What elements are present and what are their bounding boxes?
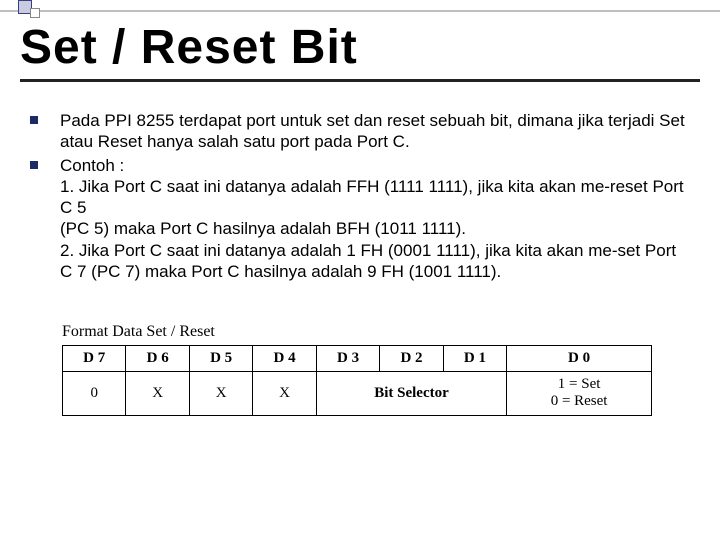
- cell: X: [189, 372, 252, 416]
- cell: X: [126, 372, 189, 416]
- bullet-line: 2. Jika Port C saat ini datanya adalah 1…: [60, 241, 676, 281]
- col-header: D 3: [316, 346, 379, 372]
- title-block: Set / Reset Bit: [20, 20, 700, 82]
- col-header: D 0: [507, 346, 652, 372]
- bullet-item: Pada PPI 8255 terdapat port untuk set da…: [30, 110, 690, 153]
- col-header: D 2: [380, 346, 443, 372]
- cell-bit-selector: Bit Selector: [316, 372, 506, 416]
- table-header-row: D 7 D 6 D 5 D 4 D 3 D 2 D 1 D 0: [63, 346, 652, 372]
- table-area: Format Data Set / Reset D 7 D 6 D 5 D 4 …: [62, 323, 652, 416]
- bullet-text: Pada PPI 8255 terdapat port untuk set da…: [60, 110, 690, 153]
- decor-line: [0, 10, 720, 12]
- square-bullet-icon: [30, 116, 38, 124]
- bullet-text: Contoh : 1. Jika Port C saat ini datanya…: [60, 155, 690, 283]
- table-caption: Format Data Set / Reset: [62, 323, 652, 341]
- table-row: 0 X X X Bit Selector 1 = Set0 = Reset: [63, 372, 652, 416]
- cell: 0: [63, 372, 126, 416]
- square-bullet-icon: [30, 161, 38, 169]
- bullet-line: 1. Jika Port C saat ini datanya adalah F…: [60, 177, 684, 217]
- col-header: D 6: [126, 346, 189, 372]
- col-header: D 7: [63, 346, 126, 372]
- cell: X: [253, 372, 316, 416]
- bullet-item: Contoh : 1. Jika Port C saat ini datanya…: [30, 155, 690, 283]
- decor-top: [0, 0, 720, 18]
- page-title: Set / Reset Bit: [20, 20, 700, 75]
- bullet-line: (PC 5) maka Port C hasilnya adalah BFH (…: [60, 219, 466, 238]
- col-header: D 4: [253, 346, 316, 372]
- col-header: D 1: [443, 346, 506, 372]
- format-table: D 7 D 6 D 5 D 4 D 3 D 2 D 1 D 0 0 X X X …: [62, 345, 652, 416]
- decor-square-right: [30, 8, 40, 18]
- cell-set-reset: 1 = Set0 = Reset: [507, 372, 652, 416]
- col-header: D 5: [189, 346, 252, 372]
- content-area: Pada PPI 8255 terdapat port untuk set da…: [30, 110, 690, 284]
- bullet-lead: Contoh :: [60, 156, 124, 175]
